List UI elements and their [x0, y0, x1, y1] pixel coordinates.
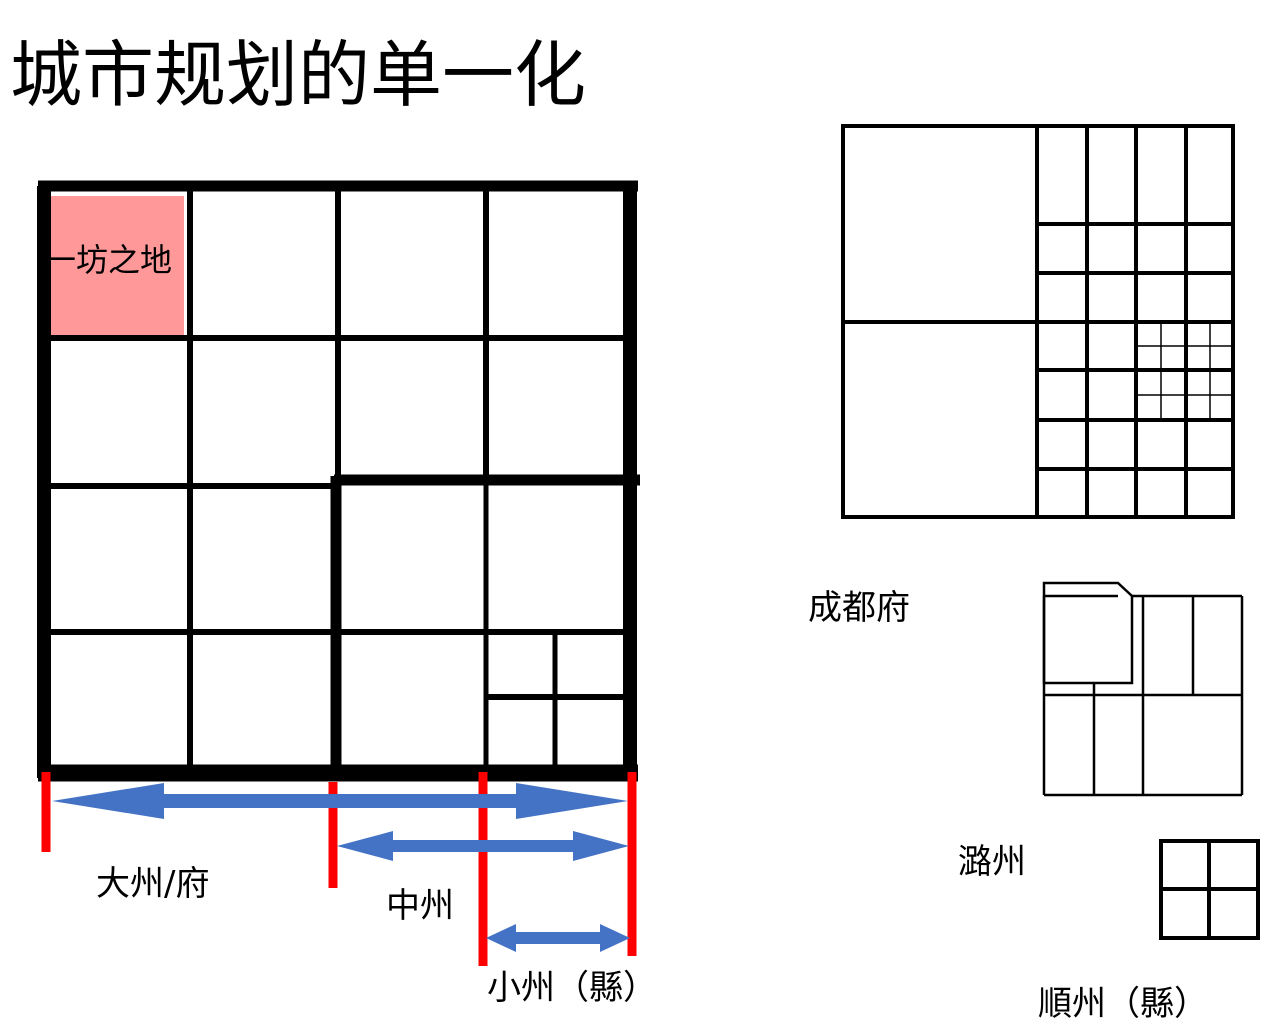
span-arrow-small [486, 924, 630, 952]
xiaozhou-label: 小州（縣） [487, 968, 657, 1008]
shunzhou-label: 順州（縣） [1038, 984, 1208, 1024]
luzhou-plan [1042, 581, 1244, 797]
zhongzhou-label: 中州 [386, 886, 454, 926]
span-arrow-large [52, 783, 628, 819]
fang-label: 一坊之地 [44, 241, 173, 279]
page-title: 城市规划的单一化 [10, 33, 587, 117]
shunzhou-plan [1159, 839, 1260, 940]
luzhou-label: 潞州 [958, 842, 1026, 882]
chengdu-label: 成都府 [808, 588, 910, 628]
dazhou-label: 大州/府 [96, 864, 210, 904]
chengdu-plan [841, 124, 1235, 519]
